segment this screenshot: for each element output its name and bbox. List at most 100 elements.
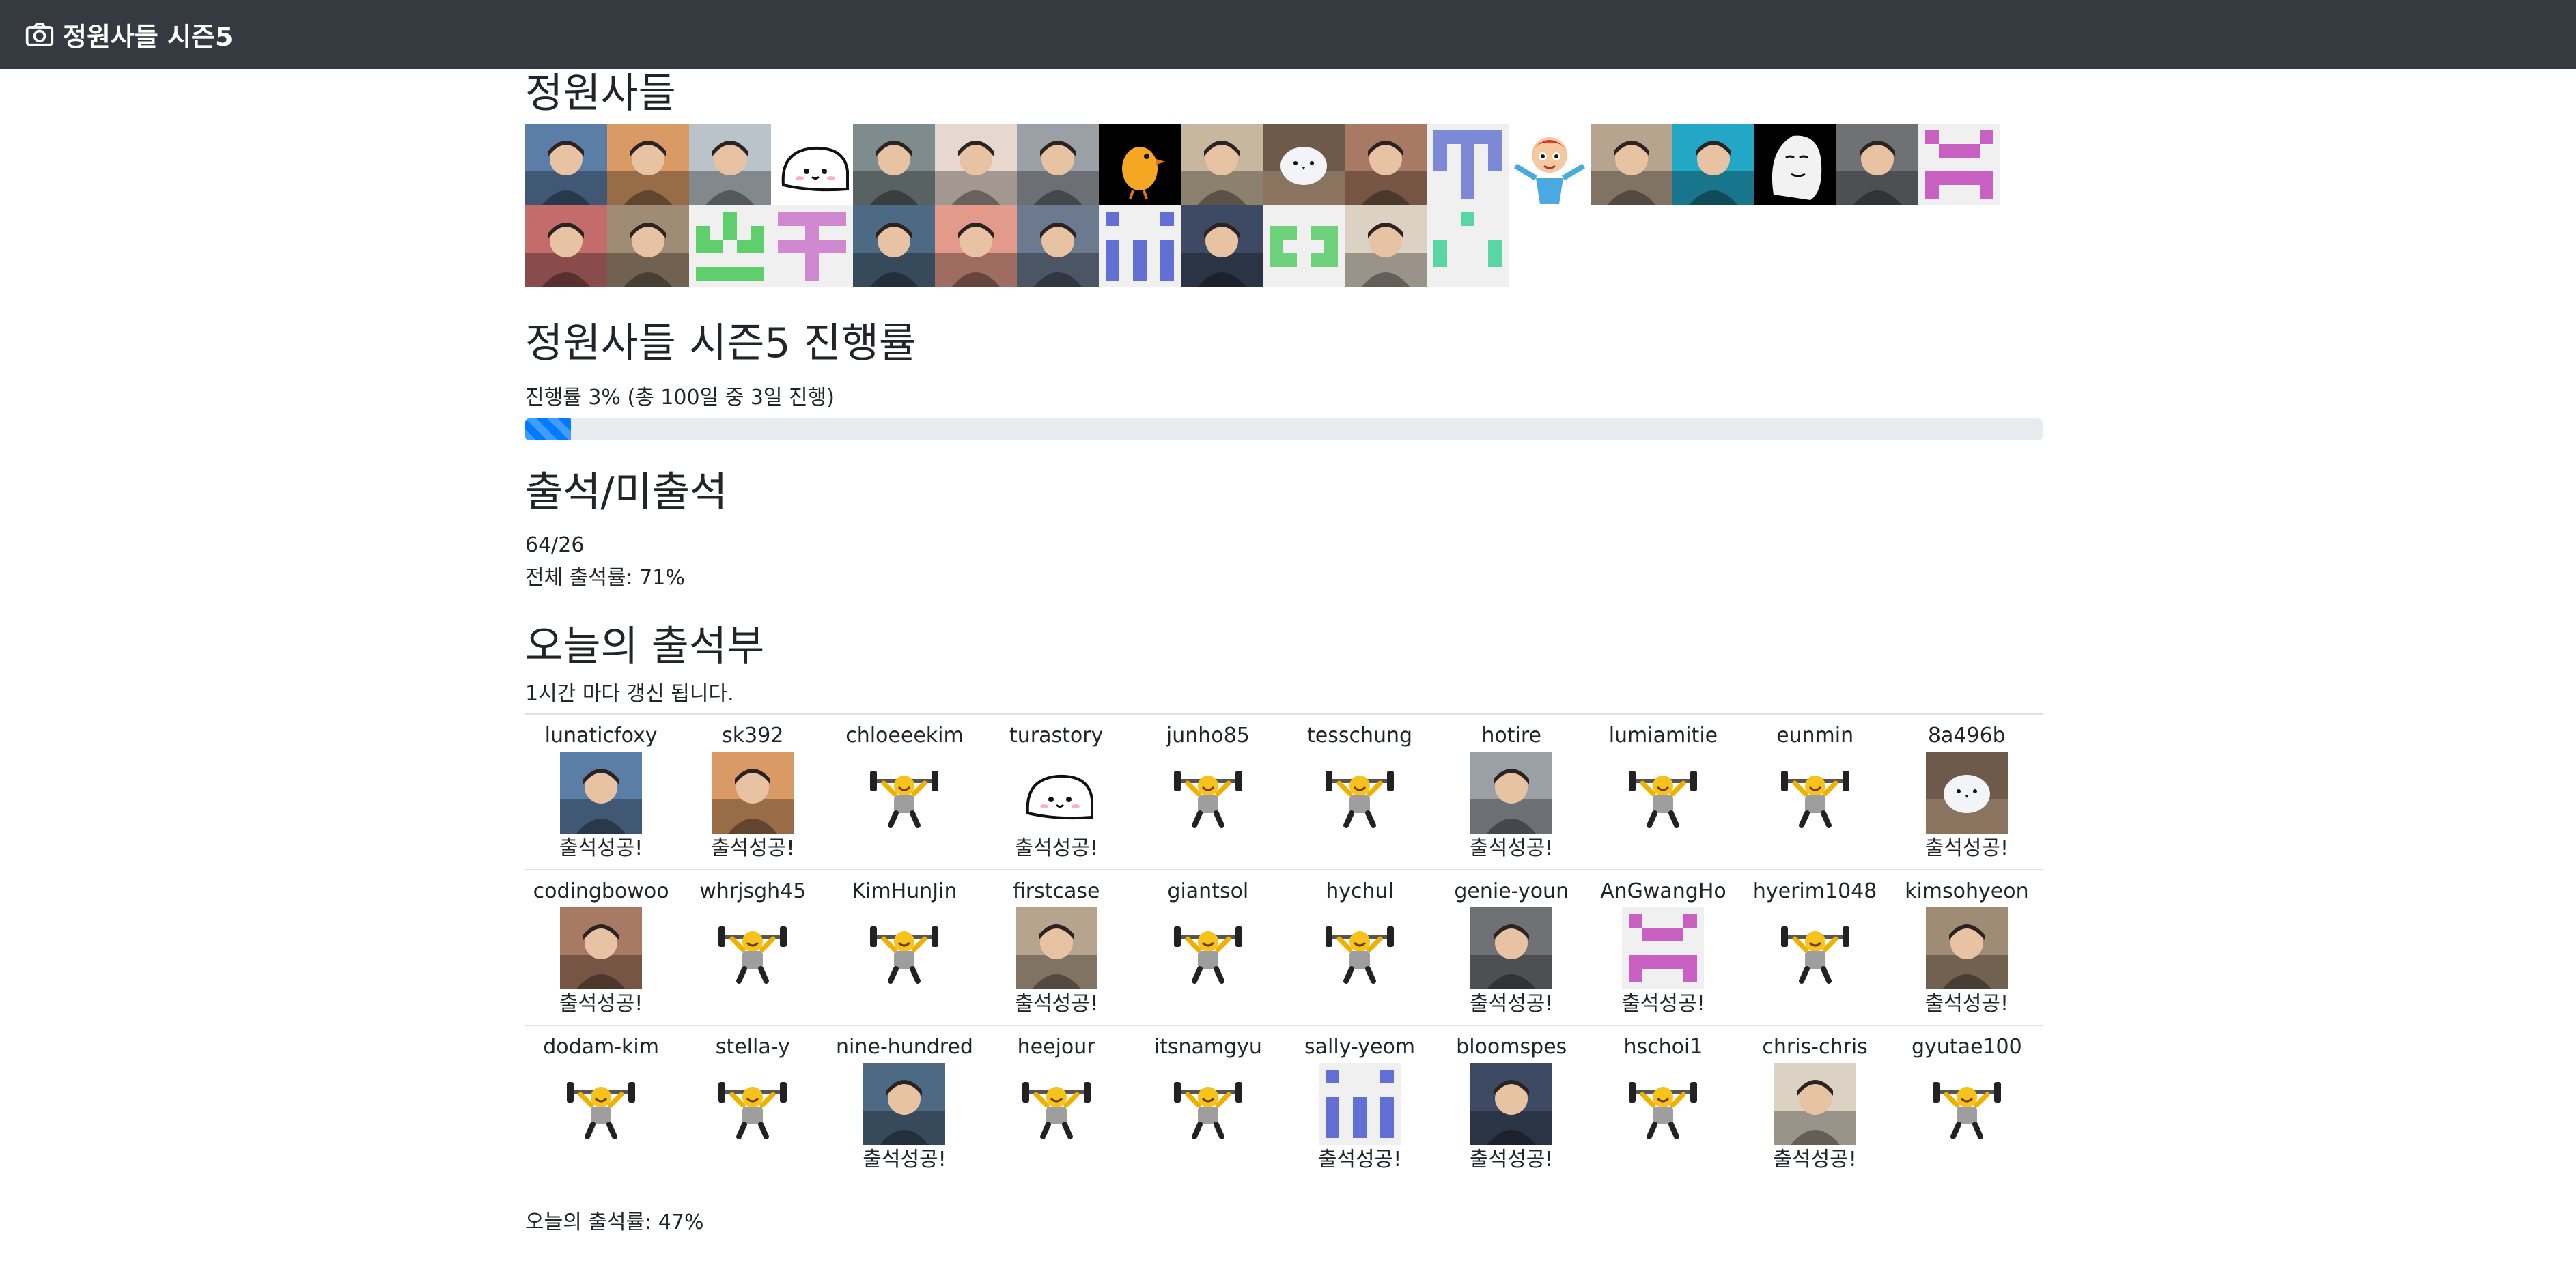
member-avatar xyxy=(525,205,607,287)
navbar-brand[interactable]: 정원사들 시즌5 xyxy=(63,16,233,53)
attendance-success-label: 출석성공! xyxy=(1014,992,1098,1016)
attendance-success-label: 출석성공! xyxy=(1470,1148,1554,1172)
username: firstcase xyxy=(1012,879,1100,903)
username: hyerim1048 xyxy=(1752,879,1877,903)
username: whrjsgh45 xyxy=(699,879,807,903)
username: lunaticfoxy xyxy=(544,724,658,748)
member-avatar-image xyxy=(1345,124,1427,205)
member-avatar-image xyxy=(1591,124,1672,205)
today-heading: 오늘의 출석부 xyxy=(525,623,765,670)
user-avatar-image xyxy=(1774,1063,1856,1145)
weightlifter-icon xyxy=(560,1063,643,1145)
weightlifter-icon xyxy=(1774,907,1856,989)
member-avatar-image xyxy=(689,124,771,205)
attendance-cell: chris-chris 출석성공! xyxy=(1739,1025,1891,1180)
member-avatar xyxy=(1263,205,1345,287)
attendance-success-label: 출석성공! xyxy=(1621,992,1705,1016)
username: tesschung xyxy=(1307,724,1413,748)
member-avatar-image xyxy=(1918,124,2000,205)
attendance-row: codingbowoo 출석성공! whrjsgh45 KimHunJin fir… xyxy=(525,870,2043,1025)
attendance-overall: 전체 출석률: 71% xyxy=(525,566,685,590)
attendance-cell: nine-hundred 출석성공! xyxy=(828,1025,980,1180)
username: genie-youn xyxy=(1454,879,1569,903)
user-avatar xyxy=(863,1063,946,1145)
today-section: 오늘의 출석부 1시간 마다 갱신 됩니다. lunaticfoxy 출석성공!… xyxy=(525,622,2043,1235)
attendance-cell: 8a496b 출석성공! xyxy=(1891,714,2043,870)
user-avatar xyxy=(1470,907,1553,989)
attendance-cell: KimHunJin xyxy=(828,870,980,1025)
member-avatar-grid xyxy=(525,124,2043,287)
member-avatar-image xyxy=(1017,205,1099,287)
user-avatar xyxy=(1925,907,2008,989)
progress-track xyxy=(525,418,2043,440)
attendance-cell: dodam-kim xyxy=(525,1025,677,1180)
username: nine-hundred xyxy=(836,1035,973,1059)
member-avatar xyxy=(689,205,771,287)
member-avatar-image xyxy=(935,205,1017,287)
user-avatar xyxy=(1470,752,1553,834)
weightlifter-icon xyxy=(712,907,794,989)
username: hschoi1 xyxy=(1623,1035,1703,1059)
member-avatar xyxy=(1918,124,2000,205)
member-avatar xyxy=(1345,124,1427,205)
user-avatar-image xyxy=(1470,752,1553,834)
username: turastory xyxy=(1009,724,1104,748)
member-avatar xyxy=(935,205,1017,287)
member-avatar xyxy=(525,124,607,205)
weightlifter-icon xyxy=(1166,1063,1249,1145)
member-avatar xyxy=(853,124,935,205)
user-avatar-image xyxy=(560,752,643,834)
member-avatar xyxy=(1509,124,1591,205)
weightlifter-icon xyxy=(1166,907,1249,989)
member-avatar xyxy=(1754,124,1836,205)
member-avatar xyxy=(689,124,771,205)
attendance-section: 출석/미출석 64/26 전체 출석률: 71% xyxy=(525,468,2043,595)
attendance-cell: hotire 출석성공! xyxy=(1436,714,1587,870)
attendance-cell: turastory 출석성공! xyxy=(981,714,1132,870)
weightlifter-icon xyxy=(1166,752,1249,834)
attendance-cell: whrjsgh45 xyxy=(677,870,828,1025)
member-avatar-image xyxy=(853,205,935,287)
weightlifter-icon xyxy=(1622,752,1705,834)
attendance-success-label: 출석성공! xyxy=(1317,1148,1402,1172)
weightlifter-icon xyxy=(1622,1063,1705,1145)
weightlifter-icon xyxy=(1319,752,1401,834)
attendance-cell: genie-youn 출석성공! xyxy=(1436,870,1587,1025)
weightlifter-icon xyxy=(712,1063,794,1145)
user-avatar-image xyxy=(1470,907,1553,989)
username: gyutae100 xyxy=(1912,1035,2022,1059)
user-avatar-image xyxy=(1622,907,1705,989)
weightlifter-icon xyxy=(863,907,946,989)
member-avatar-image xyxy=(1263,205,1345,287)
attendance-cell: itsnamgyu xyxy=(1132,1025,1284,1180)
username: bloomspes xyxy=(1456,1035,1567,1059)
weightlifter-icon xyxy=(560,1063,643,1145)
member-avatar xyxy=(1427,124,1509,205)
user-avatar-image xyxy=(1015,752,1097,834)
camera-icon xyxy=(25,23,54,46)
attendance-cell: hychul xyxy=(1284,870,1436,1025)
user-avatar xyxy=(1774,1063,1856,1145)
member-avatar xyxy=(1345,205,1427,287)
member-avatar xyxy=(1427,205,1509,287)
attendance-success-label: 출석성공! xyxy=(1773,1148,1857,1172)
member-avatar xyxy=(1181,124,1263,205)
member-avatar xyxy=(1099,205,1181,287)
attendance-cell: lunaticfoxy 출석성공! xyxy=(525,714,677,870)
attendance-cell: tesschung xyxy=(1284,714,1436,870)
weightlifter-icon xyxy=(1774,752,1856,834)
member-avatar-image xyxy=(935,124,1017,205)
user-avatar-image xyxy=(863,1063,946,1145)
weightlifter-icon xyxy=(1774,907,1856,989)
member-avatar-image xyxy=(1754,124,1836,205)
user-avatar xyxy=(712,752,794,834)
weightlifter-icon xyxy=(1166,907,1249,989)
weightlifter-icon xyxy=(1925,1063,2008,1145)
username: heejour xyxy=(1017,1035,1095,1059)
member-avatar xyxy=(1099,124,1181,205)
user-avatar-image xyxy=(560,907,643,989)
weightlifter-icon xyxy=(1774,752,1856,834)
attendance-cell: heejour xyxy=(981,1025,1132,1180)
username: dodam-kim xyxy=(543,1035,659,1059)
weightlifter-icon xyxy=(1622,752,1705,834)
